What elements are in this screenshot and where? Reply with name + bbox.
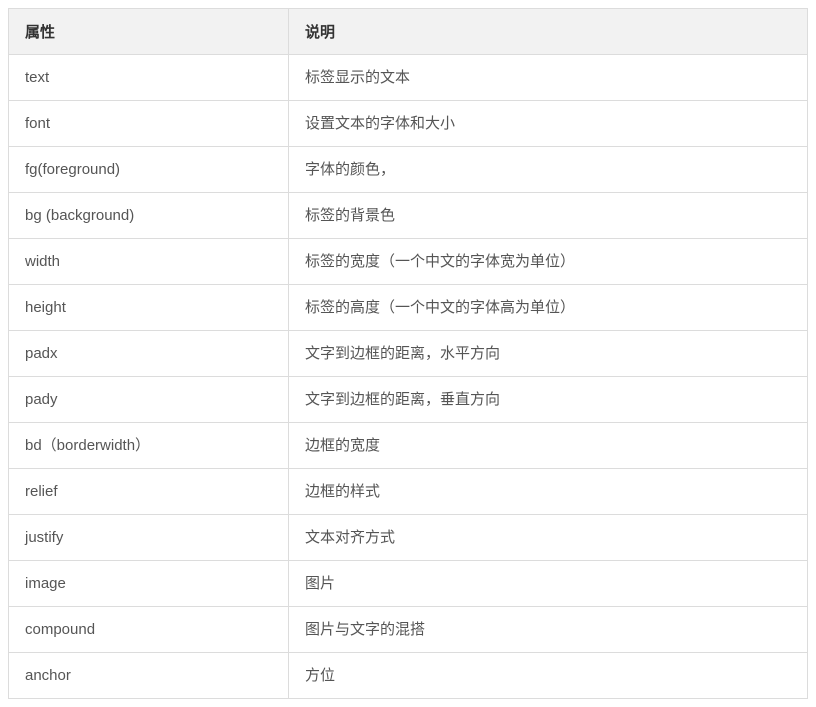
table-row: text 标签显示的文本 [9,55,808,101]
table-row: font 设置文本的字体和大小 [9,101,808,147]
table-row: fg(foreground) 字体的颜色， [9,147,808,193]
table-row: height 标签的高度（一个中文的字体高为单位） [9,285,808,331]
cell-attribute: justify [9,515,289,561]
cell-description: 边框的宽度 [289,423,808,469]
cell-attribute: font [9,101,289,147]
cell-description: 字体的颜色， [289,147,808,193]
cell-description: 图片与文字的混搭 [289,607,808,653]
cell-description: 文字到边框的距离，垂直方向 [289,377,808,423]
table-row: bd（borderwidth） 边框的宽度 [9,423,808,469]
cell-description: 设置文本的字体和大小 [289,101,808,147]
table-row: image 图片 [9,561,808,607]
cell-attribute: relief [9,469,289,515]
cell-description: 边框的样式 [289,469,808,515]
attribute-table-container: 属性 说明 text 标签显示的文本 font 设置文本的字体和大小 fg(fo… [8,8,808,699]
cell-attribute: height [9,285,289,331]
cell-description: 文本对齐方式 [289,515,808,561]
cell-description: 方位 [289,653,808,699]
cell-attribute: padx [9,331,289,377]
table-row: pady 文字到边框的距离，垂直方向 [9,377,808,423]
cell-description: 标签的宽度（一个中文的字体宽为单位） [289,239,808,285]
table-row: compound 图片与文字的混搭 [9,607,808,653]
cell-attribute: compound [9,607,289,653]
table-row: width 标签的宽度（一个中文的字体宽为单位） [9,239,808,285]
table-row: anchor 方位 [9,653,808,699]
table-header-row: 属性 说明 [9,9,808,55]
cell-description: 标签的背景色 [289,193,808,239]
table-row: bg (background) 标签的背景色 [9,193,808,239]
header-attribute: 属性 [9,9,289,55]
cell-description: 标签的高度（一个中文的字体高为单位） [289,285,808,331]
table-row: justify 文本对齐方式 [9,515,808,561]
table-row: relief 边框的样式 [9,469,808,515]
attribute-table: 属性 说明 text 标签显示的文本 font 设置文本的字体和大小 fg(fo… [8,8,808,699]
cell-attribute: width [9,239,289,285]
table-row: padx 文字到边框的距离，水平方向 [9,331,808,377]
header-description: 说明 [289,9,808,55]
cell-attribute: pady [9,377,289,423]
cell-description: 文字到边框的距离，水平方向 [289,331,808,377]
cell-attribute: bg (background) [9,193,289,239]
cell-attribute: anchor [9,653,289,699]
cell-description: 图片 [289,561,808,607]
cell-description: 标签显示的文本 [289,55,808,101]
cell-attribute: text [9,55,289,101]
cell-attribute: bd（borderwidth） [9,423,289,469]
cell-attribute: image [9,561,289,607]
cell-attribute: fg(foreground) [9,147,289,193]
